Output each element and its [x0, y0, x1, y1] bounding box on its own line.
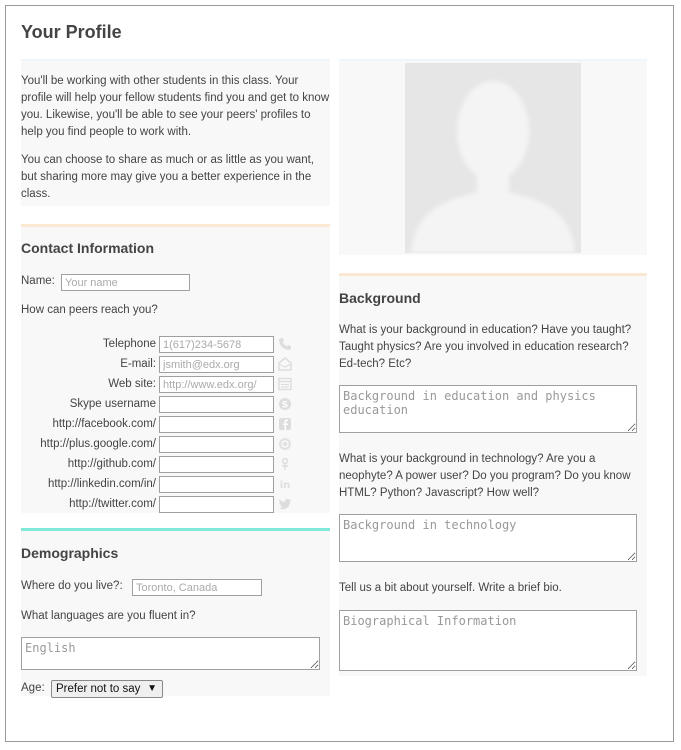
- location-input[interactable]: [132, 579, 262, 596]
- linkedin-icon: in: [280, 480, 291, 491]
- bio-textarea[interactable]: [339, 610, 637, 671]
- age-label: Age:: [21, 682, 45, 694]
- website-input[interactable]: [159, 376, 274, 393]
- profile-photo-placeholder[interactable]: [405, 63, 581, 253]
- github-icon: [281, 457, 289, 470]
- skype-icon: S: [279, 398, 291, 411]
- demographics-title: Demographics: [21, 545, 119, 561]
- telephone-label: Telephone: [102, 338, 156, 350]
- technology-textarea[interactable]: [339, 514, 637, 562]
- phone-icon: [279, 338, 291, 350]
- background-section: Background What is your background in ed…: [339, 273, 647, 676]
- facebook-icon: [279, 418, 291, 430]
- languages-textarea[interactable]: [21, 637, 320, 670]
- page-title: Your Profile: [21, 22, 122, 42]
- telephone-input[interactable]: [159, 336, 274, 353]
- google-plus-label: http://plus.google.com/: [40, 438, 156, 450]
- skype-label: Skype username: [69, 398, 156, 410]
- age-select[interactable]: Prefer not to say ▼: [51, 680, 163, 698]
- website-icon: [278, 377, 292, 391]
- twitter-input[interactable]: [159, 496, 274, 513]
- age-selected-value: Prefer not to say: [56, 683, 141, 695]
- contact-title: Contact Information: [21, 240, 154, 256]
- bio-question: Tell us a bit about yourself. Write a br…: [339, 582, 562, 594]
- svg-text:S: S: [282, 401, 288, 411]
- languages-question: What languages are you fluent in?: [21, 610, 196, 622]
- twitter-label: http://twitter.com/: [69, 498, 156, 510]
- name-input[interactable]: [61, 274, 190, 291]
- email-label: E-mail:: [120, 358, 156, 370]
- twitter-icon: [278, 498, 291, 510]
- website-label: Web site:: [108, 378, 156, 390]
- google-plus-icon: [279, 438, 291, 450]
- reach-question: How can peers reach you?: [21, 304, 158, 316]
- google-plus-input[interactable]: [159, 436, 274, 453]
- skype-input[interactable]: [159, 396, 274, 413]
- education-textarea[interactable]: [339, 385, 637, 433]
- location-label: Where do you live?:: [21, 580, 123, 592]
- intro-paragraph-2: You can choose to share as much or as li…: [21, 154, 314, 200]
- technology-question: What is your background in technology? A…: [339, 453, 631, 499]
- dropdown-arrow-icon: ▼: [147, 683, 157, 694]
- email-input[interactable]: [159, 356, 274, 373]
- photo-panel: [339, 59, 647, 255]
- email-icon: [278, 357, 292, 371]
- facebook-label: http://facebook.com/: [52, 418, 156, 430]
- contact-section: Contact Information Name: How can peers …: [21, 224, 330, 513]
- facebook-input[interactable]: [159, 416, 274, 433]
- silhouette-icon: [411, 81, 575, 253]
- github-input[interactable]: [159, 456, 274, 473]
- education-question: What is your background in education? Ha…: [339, 324, 632, 370]
- svg-text:in: in: [280, 480, 291, 491]
- github-label: http://github.com/: [67, 458, 156, 470]
- linkedin-input[interactable]: [159, 476, 274, 493]
- background-title: Background: [339, 290, 421, 306]
- intro-paragraph-1: You'll be working with other students in…: [21, 75, 330, 138]
- linkedin-label: http://linkedin.com/in/: [47, 478, 156, 490]
- name-label: Name:: [21, 275, 55, 287]
- intro-panel: You'll be working with other students in…: [21, 59, 330, 206]
- demographics-section: Demographics Where do you live?: What la…: [21, 528, 330, 698]
